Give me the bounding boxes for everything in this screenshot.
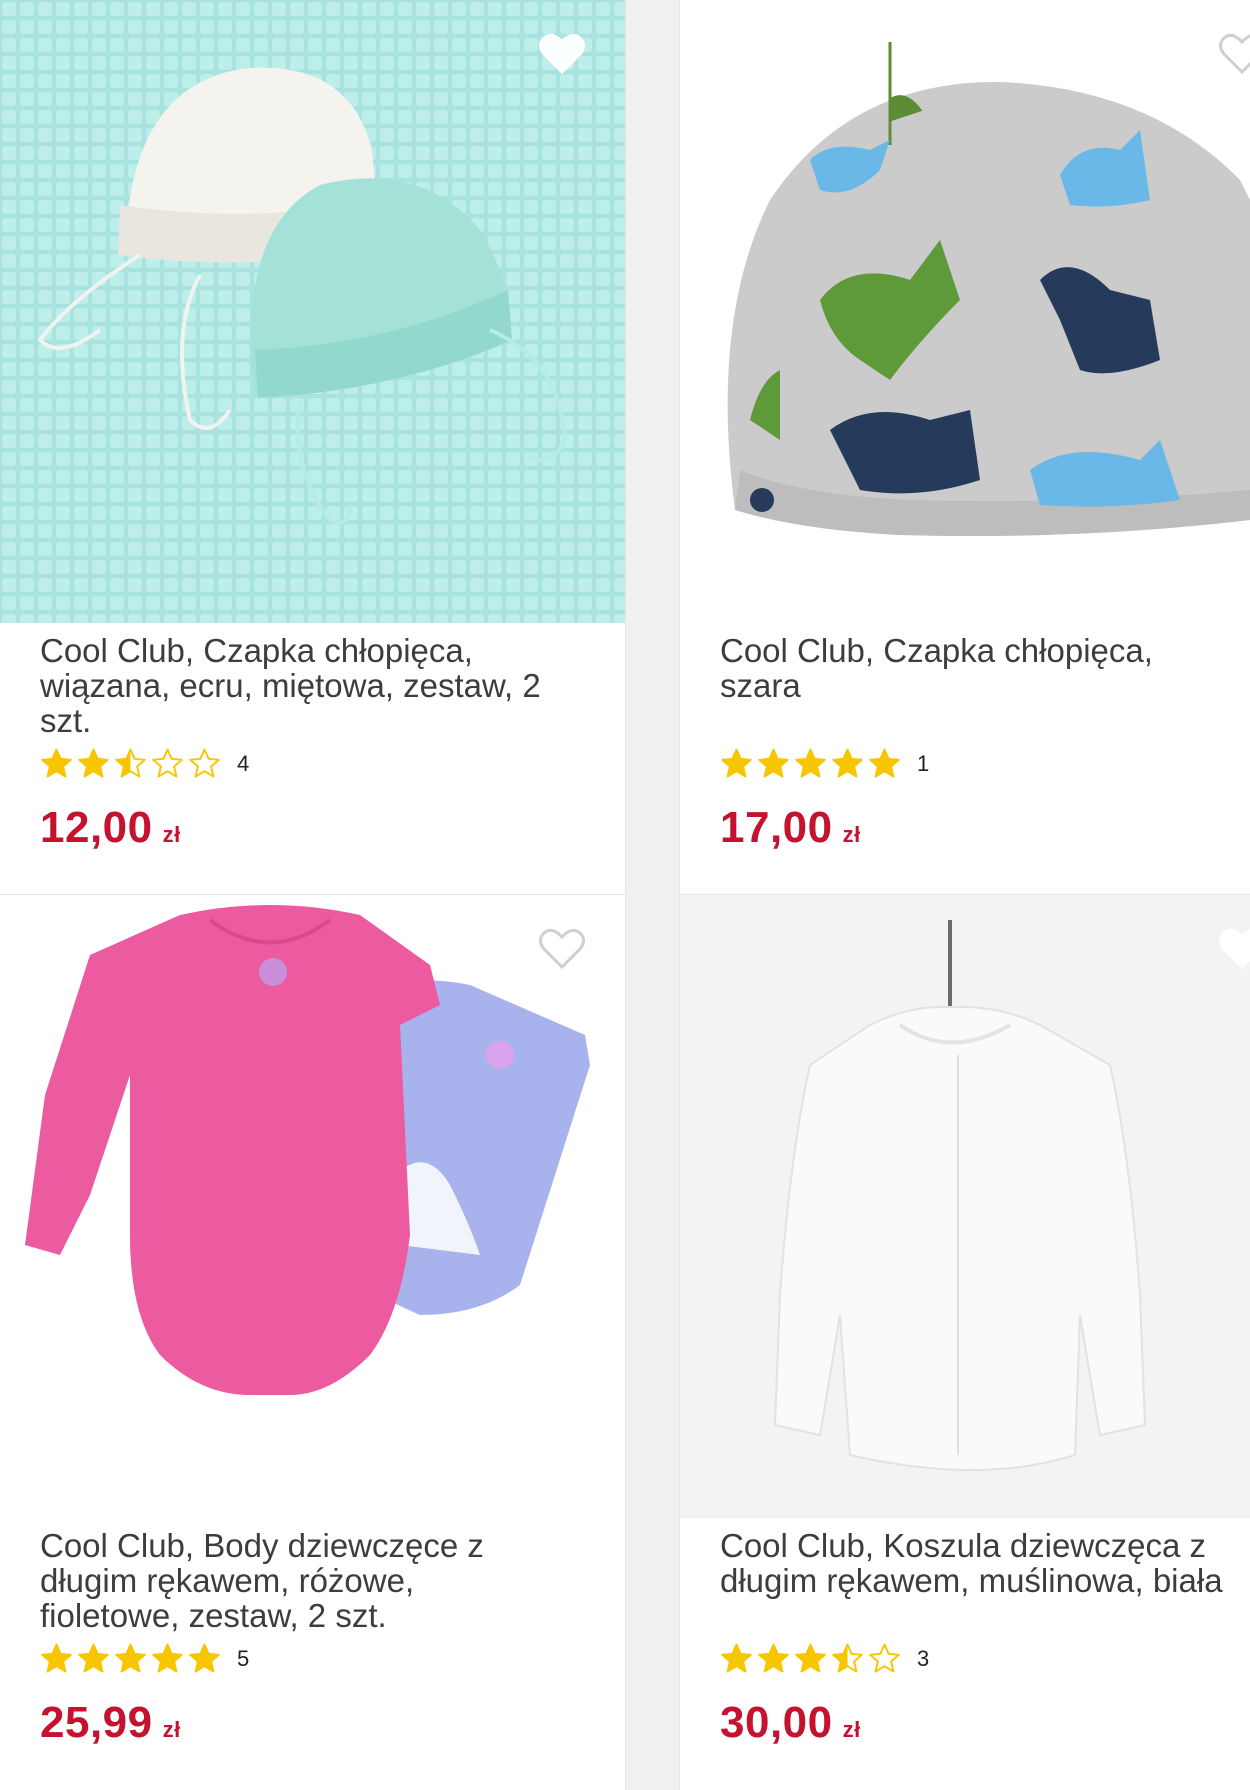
star-filled-icon — [758, 1643, 789, 1673]
star-filled-icon — [41, 1643, 72, 1673]
star-empty-icon — [152, 748, 183, 778]
review-count: 5 — [237, 1645, 250, 1671]
price-currency: zł — [162, 822, 181, 847]
price-currency: zł — [162, 1717, 181, 1742]
product-price: 25,99 zł — [40, 1698, 181, 1748]
price-value: 17,00 — [720, 803, 833, 852]
product-title[interactable]: Cool Club, Czapka chłopięca, szara — [720, 633, 1238, 703]
product-image[interactable] — [680, 0, 1250, 623]
product-rating: 1 — [720, 747, 929, 780]
product-rating: 5 — [40, 1642, 249, 1675]
review-count: 1 — [917, 750, 930, 776]
product-card[interactable]: Cool Club, Koszula dziewczęca z długim r… — [680, 895, 1250, 1790]
star-filled-icon — [78, 1643, 109, 1673]
star-filled-icon — [152, 1643, 183, 1673]
star-filled-icon — [795, 1643, 826, 1673]
heart-outline-icon[interactable] — [538, 927, 586, 971]
heart-outline-icon[interactable] — [538, 32, 586, 76]
product-card[interactable]: Cool Club, Czapka chłopięca, wiązana, ec… — [0, 0, 625, 895]
product-price: 12,00 zł — [40, 803, 181, 853]
star-filled-icon — [115, 1643, 146, 1673]
product-card[interactable]: Cool Club, Czapka chłopięca, szara 1 17,… — [680, 0, 1250, 895]
star-filled-icon — [41, 748, 72, 778]
price-currency: zł — [842, 822, 861, 847]
price-value: 25,99 — [40, 1698, 153, 1747]
product-rating: 4 — [40, 747, 249, 780]
product-title[interactable]: Cool Club, Czapka chłopięca, wiązana, ec… — [40, 633, 613, 738]
product-price: 30,00 zł — [720, 1698, 861, 1748]
price-value: 12,00 — [40, 803, 153, 852]
review-count: 4 — [237, 750, 250, 776]
product-card[interactable]: Cool Club, Body dziewczęce z długim ręka… — [0, 895, 625, 1790]
product-image[interactable] — [0, 895, 625, 1518]
star-empty-icon — [189, 748, 220, 778]
price-value: 30,00 — [720, 1698, 833, 1747]
star-filled-icon — [78, 748, 109, 778]
star-filled-icon — [721, 1643, 752, 1673]
heart-outline-icon[interactable] — [1218, 32, 1250, 76]
star-half-icon — [115, 748, 146, 778]
star-filled-icon — [832, 748, 863, 778]
review-count: 3 — [917, 1645, 930, 1671]
product-title[interactable]: Cool Club, Body dziewczęce z długim ręka… — [40, 1528, 613, 1633]
price-currency: zł — [842, 1717, 861, 1742]
product-price: 17,00 zł — [720, 803, 861, 853]
product-image[interactable] — [0, 0, 625, 623]
star-filled-icon — [721, 748, 752, 778]
product-rating: 3 — [720, 1642, 929, 1675]
star-filled-icon — [869, 748, 900, 778]
product-title[interactable]: Cool Club, Koszula dziewczęca z długim r… — [720, 1528, 1238, 1598]
star-half-icon — [832, 1643, 863, 1673]
star-empty-icon — [869, 1643, 900, 1673]
star-filled-icon — [795, 748, 826, 778]
star-filled-icon — [758, 748, 789, 778]
star-filled-icon — [189, 1643, 220, 1673]
heart-outline-icon[interactable] — [1218, 927, 1250, 971]
product-image[interactable] — [680, 895, 1250, 1518]
